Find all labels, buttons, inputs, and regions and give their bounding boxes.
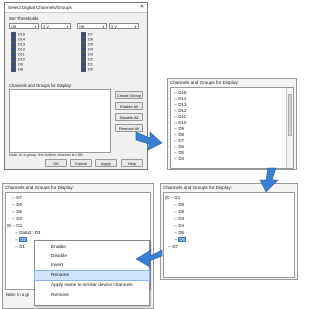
enable-all-button[interactable]: Enable All: [115, 102, 143, 110]
channel-list-box[interactable]: ▫▫ D15 ▫▫ D14 ▫▫ D13 ▫▫ D12 ▫▫ D11 ▫▫ D1…: [170, 87, 294, 169]
tree-child-item[interactable]: ▫▫ D8: [174, 201, 184, 208]
group-icon: ▫▫: [169, 195, 174, 200]
group-tree-panel: Channels and Groups for Display: ⊟ ▫▫ G1…: [160, 183, 298, 280]
tree-item[interactable]: ▫▫ D7: [168, 243, 178, 250]
tree-child-item[interactable]: ▫▫ Data3 : D3: [15, 229, 40, 236]
menu-item-invert[interactable]: Invert: [35, 261, 149, 270]
note-text: Note: In a gr: [6, 292, 30, 297]
threshold-dropdown-1[interactable]: Off ▼: [9, 23, 39, 29]
menu-item-disable[interactable]: Disable: [35, 252, 149, 261]
tree-child-item-selected[interactable]: ▫▫ D2: [15, 236, 27, 243]
dialog-titlebar: Select Digital Channels/Groups ✕: [5, 3, 147, 13]
menu-item-rename[interactable]: Rename: [34, 270, 150, 281]
threshold-dropdown-4[interactable]: 3 V ▼: [109, 23, 139, 29]
step-arrow-icon: [259, 167, 279, 193]
lsb-note: Note: In a group, the bottom channel is …: [9, 153, 83, 157]
tree-group-item[interactable]: ⊟ ▫▫ G1: [165, 194, 180, 201]
tree-item[interactable]: ▫▫ D4: [12, 215, 22, 222]
chevron-down-icon: ▼: [134, 25, 137, 29]
channel-checkbox-row[interactable]: D0: [81, 67, 93, 72]
panel-header: Channels and Groups for Display:: [168, 79, 296, 86]
threshold-dropdown-3[interactable]: Off ▼: [77, 23, 107, 29]
tree-item[interactable]: ▫▫ D5: [12, 208, 22, 215]
tree-item[interactable]: ▫▫ D6: [12, 201, 22, 208]
menu-item-remove[interactable]: Remove: [35, 291, 149, 300]
dialog-title: Select Digital Channels/Groups: [8, 5, 72, 10]
groups-label: Channels and Groups for Display:: [9, 83, 72, 88]
create-group-button[interactable]: Create Group: [115, 91, 143, 99]
collapse-icon: ⊟: [165, 195, 169, 200]
panel-header: Channels and Groups for Display:: [3, 184, 153, 191]
cancel-button[interactable]: Cancel: [70, 159, 92, 167]
chevron-down-icon: ▼: [66, 25, 69, 29]
set-thresholds-label: Set Thresholds: [9, 16, 39, 21]
help-button[interactable]: Help: [121, 159, 143, 167]
ok-button[interactable]: OK: [45, 159, 67, 167]
scrollbar-thumb[interactable]: [288, 94, 292, 136]
tree-child-item[interactable]: ▫▫ D9: [174, 208, 184, 215]
group-icon: ▫▫: [11, 223, 16, 228]
device-channel-icon: ▫▫: [174, 156, 178, 161]
channel-list-panel: Channels and Groups for Display: ▫▫ D15 …: [167, 78, 297, 170]
tree-child-item-selected[interactable]: ▫▫ D6: [174, 236, 186, 243]
apply-button[interactable]: Apply: [95, 159, 117, 167]
context-menu-panel: Channels and Groups for Display: ▫▫ D7 ▫…: [2, 183, 154, 309]
collapse-icon: ⊟: [7, 223, 11, 228]
channel-checkbox-row[interactable]: D8: [11, 67, 23, 72]
menu-item-enable[interactable]: Enable: [35, 243, 149, 252]
tree-child-item[interactable]: ▫▫ D3: [174, 215, 184, 222]
groups-list-box[interactable]: [9, 89, 111, 153]
tree-child-item[interactable]: ▫▫ D5: [174, 229, 184, 236]
close-icon[interactable]: ✕: [139, 4, 145, 10]
chevron-down-icon: ▼: [34, 25, 37, 29]
step-arrow-icon: [135, 249, 163, 268]
tree-item[interactable]: ▫▫ D7: [12, 194, 22, 201]
tree-group-item[interactable]: ⊟ ▫▫ G1: [7, 222, 22, 229]
group-tree-box[interactable]: ⊟ ▫▫ G1 ▫▫ D8 ▫▫ D9 ▫▫ D3 ▫▫ D4 ▫▫ D5 ▫▫…: [163, 192, 295, 278]
tree-child-item[interactable]: ▫▫ D1: [15, 243, 25, 250]
context-menu: Enable Disable Invert Rename Apply name …: [34, 240, 150, 306]
select-digital-channels-dialog: Select Digital Channels/Groups ✕ Set Thr…: [4, 2, 148, 170]
tree-child-item[interactable]: ▫▫ D4: [174, 222, 184, 229]
disable-all-button[interactable]: Disable All: [115, 113, 143, 121]
list-scrollbar[interactable]: [286, 88, 293, 168]
chevron-down-icon: ▼: [102, 25, 105, 29]
threshold-dropdown-2[interactable]: 3 V ▼: [41, 23, 71, 29]
menu-item-apply-name[interactable]: Apply name to similar device channels: [35, 281, 149, 290]
list-item[interactable]: ▫▫ D4: [174, 155, 184, 162]
step-arrow-icon: [135, 131, 163, 151]
